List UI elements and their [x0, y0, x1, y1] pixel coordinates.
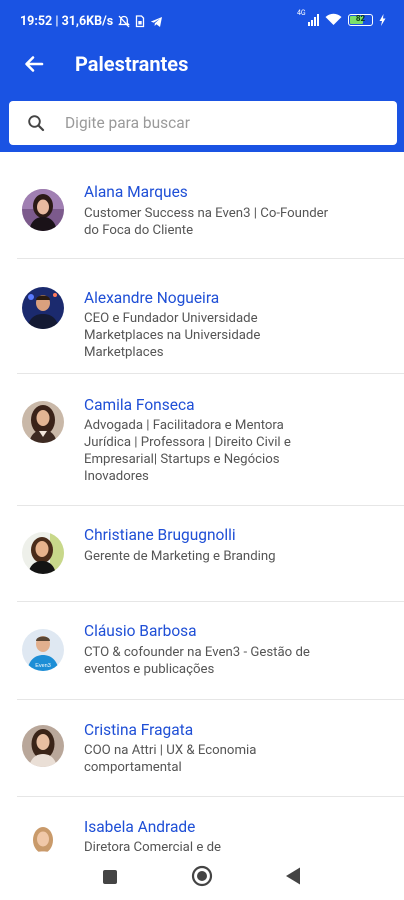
- circle-icon: [191, 865, 213, 887]
- battery-level: 82: [355, 13, 366, 23]
- status-time-speed: 19:52 | 31,6KB/s: [20, 14, 114, 29]
- speaker-name: Cristina Fragata: [84, 721, 194, 739]
- speaker-item[interactable]: Alana Marques Customer Success na Even3 …: [17, 152, 404, 259]
- app-header: 19:52 | 31,6KB/s 4G 82 Palestrantes Digi…: [0, 0, 404, 152]
- speaker-item[interactable]: Isabela Andrade Diretora Comercial e de: [17, 797, 404, 852]
- arrow-left-icon: [25, 56, 44, 72]
- status-left: 19:52 | 31,6KB/s: [20, 14, 163, 29]
- avatar: [22, 822, 64, 852]
- network-type: 4G: [297, 8, 306, 17]
- speaker-name: Alexandre Nogueira: [84, 289, 220, 307]
- square-icon: [103, 870, 117, 884]
- status-bar: 19:52 | 31,6KB/s 4G 82: [0, 0, 404, 44]
- speaker-role: CEO e Fundador Universidade Marketplaces…: [84, 311, 261, 360]
- telegram-icon: [150, 16, 163, 27]
- avatar: [22, 287, 64, 329]
- speaker-item[interactable]: Camila Fonseca Advogada | Facilitadora e…: [17, 374, 404, 506]
- page-title: Palestrantes: [75, 52, 189, 76]
- avatar: [22, 532, 64, 574]
- back-button[interactable]: [20, 50, 48, 78]
- speaker-role: Advogada | Facilitadora e Mentora Jurídi…: [84, 418, 291, 484]
- sim-card-icon: [136, 15, 145, 28]
- nav-recents-button[interactable]: [103, 869, 117, 888]
- speaker-list: Alana Marques Customer Success na Even3 …: [0, 152, 404, 852]
- nav-home-button[interactable]: [191, 865, 213, 891]
- battery-icon: 82: [348, 13, 373, 26]
- speaker-item[interactable]: Cristina Fragata COO na Attri | UX & Eco…: [17, 700, 404, 797]
- speaker-item[interactable]: Christiane Brugugnolli Gerente de Market…: [17, 506, 404, 602]
- signal-icon: 4G: [297, 9, 319, 26]
- speaker-item[interactable]: Alexandre Nogueira CEO e Fundador Univer…: [17, 259, 404, 374]
- speaker-name: Christiane Brugugnolli: [84, 526, 236, 544]
- charging-bolt-icon: [379, 13, 386, 26]
- speaker-item[interactable]: Even3 Cláusio Barbosa CTO & cofounder na…: [17, 602, 404, 700]
- speaker-role: Gerente de Marketing e Branding: [84, 549, 276, 564]
- nav-back-button[interactable]: [285, 867, 301, 889]
- status-right: 4G 82: [297, 9, 386, 26]
- search-bar[interactable]: [9, 101, 397, 145]
- avatar: [22, 401, 64, 443]
- avatar: Even3: [22, 629, 64, 671]
- avatar: [22, 189, 64, 231]
- speaker-name: Camila Fonseca: [84, 396, 195, 414]
- notifications-off-icon: [118, 15, 131, 28]
- search-icon: [28, 115, 45, 132]
- avatar-shirt-text: Even3: [35, 663, 51, 669]
- speaker-role: Customer Success na Even3 | Co-Founder d…: [84, 206, 329, 238]
- speaker-role: Diretora Comercial e de: [84, 840, 222, 852]
- system-nav-bar: [0, 852, 404, 900]
- avatar: [22, 725, 64, 767]
- speaker-role: COO na Attri | UX & Economia comportamen…: [84, 743, 257, 775]
- speaker-name: Alana Marques: [84, 183, 188, 201]
- speaker-name: Isabela Andrade: [84, 818, 196, 836]
- wifi-icon: [325, 13, 342, 25]
- triangle-back-icon: [286, 867, 300, 885]
- app-bar: Palestrantes: [0, 44, 404, 86]
- speaker-name: Cláusio Barbosa: [84, 622, 197, 640]
- speaker-role: CTO & cofounder na Even3 - Gestão de eve…: [84, 645, 310, 677]
- search-input[interactable]: [65, 107, 385, 139]
